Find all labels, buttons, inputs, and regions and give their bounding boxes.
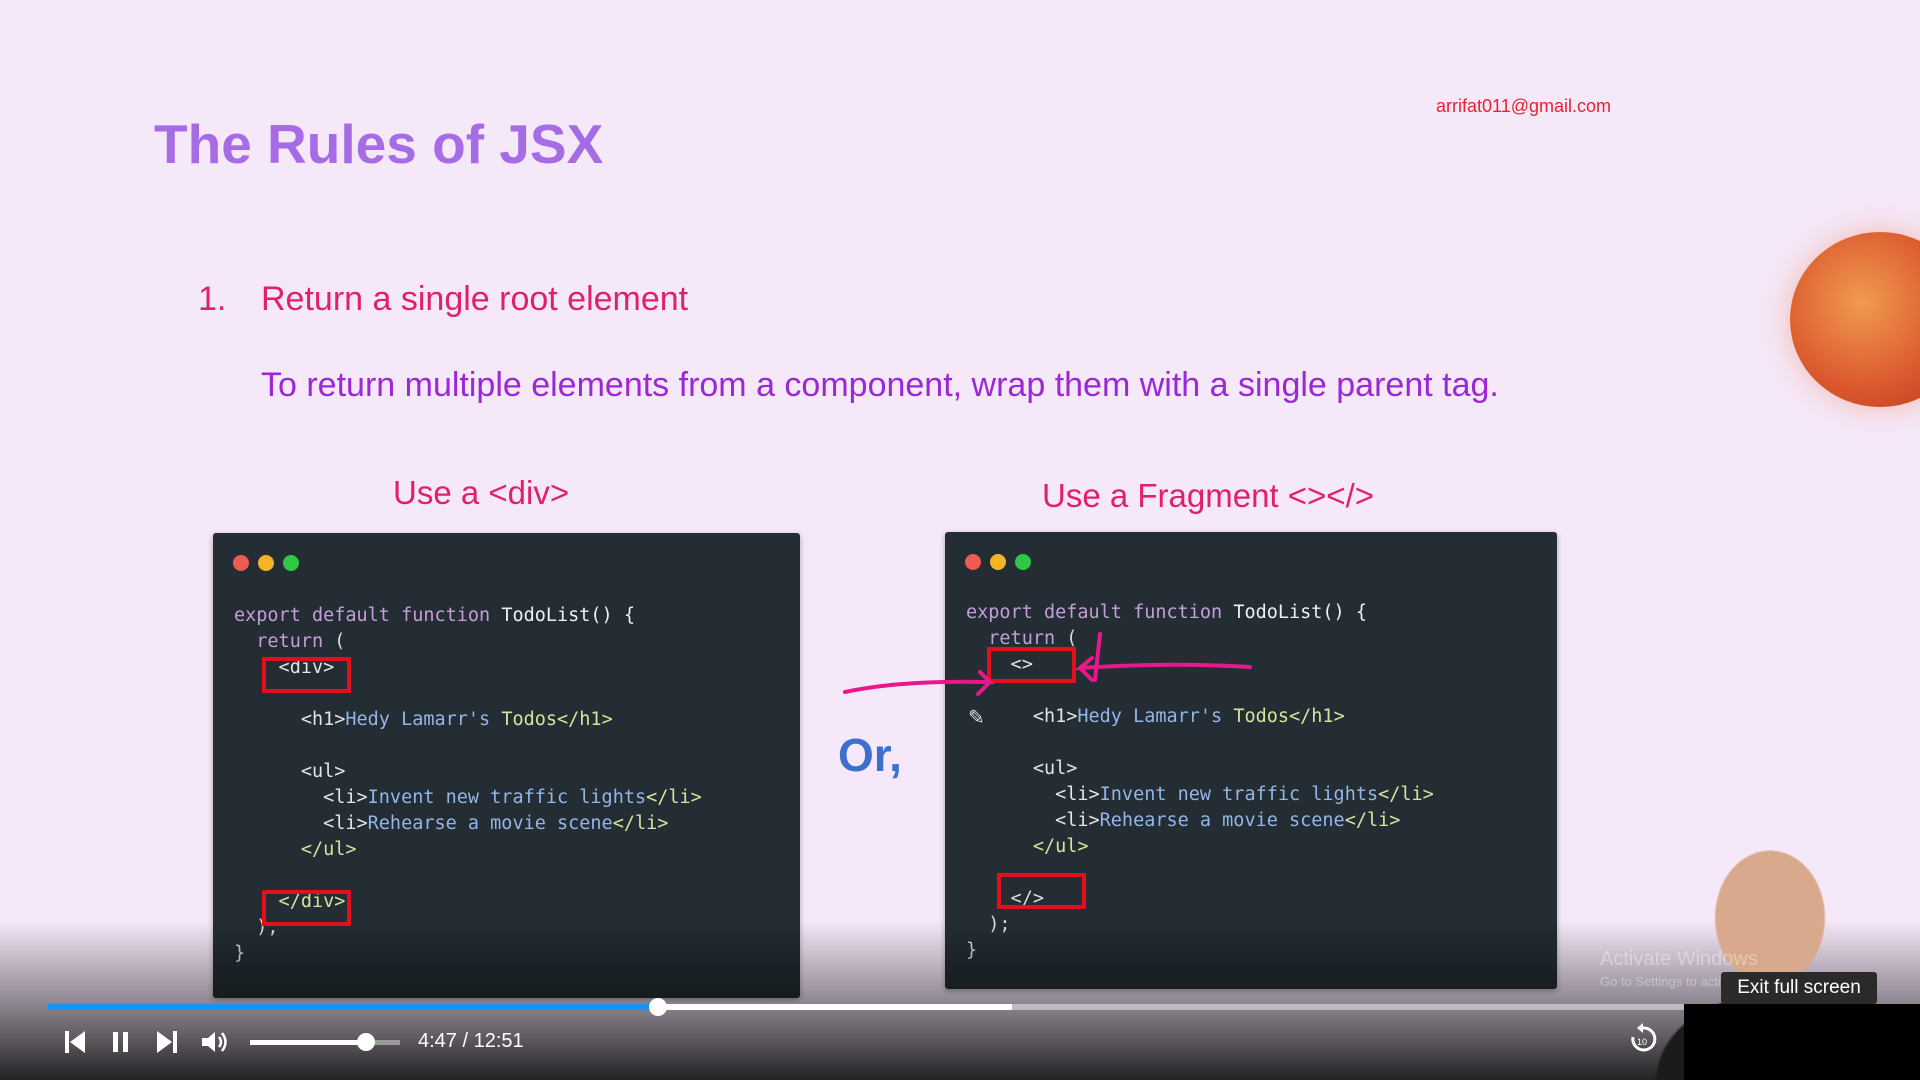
activate-windows-title: Activate Windows — [1600, 948, 1758, 970]
pause-button[interactable] — [106, 1028, 136, 1056]
maximize-dot-icon — [283, 555, 299, 571]
code-line: <li>Invent new traffic lights</li> — [966, 782, 1434, 808]
code-token: TodoList() { — [501, 605, 635, 626]
code-token: Rehearse a movie scene — [367, 813, 613, 834]
minimize-dot-icon — [990, 554, 1006, 570]
planet-illustration — [1790, 232, 1920, 407]
code-token: return — [234, 631, 335, 652]
played-bar — [48, 1004, 659, 1010]
code-token: Invent new traffic lights — [1099, 784, 1379, 805]
close-dot-icon — [233, 555, 249, 571]
code-token: <ul> — [234, 761, 346, 782]
window-controls — [965, 554, 1031, 570]
pen-annotation-arrows: ✎ — [843, 632, 1252, 729]
code-token: <li> — [966, 810, 1100, 831]
code-line: <ul> — [966, 756, 1434, 782]
svg-text:10: 10 — [1637, 1037, 1647, 1047]
code-token: Hedy Lamarr's — [345, 709, 502, 730]
volume-level — [250, 1040, 366, 1045]
next-icon — [157, 1031, 177, 1053]
code-token: ( — [334, 631, 346, 652]
time-display: 4:47 / 12:51 — [418, 1030, 524, 1052]
code-token: Rehearse a movie scene — [1099, 810, 1345, 831]
seek-bar[interactable] — [48, 998, 1684, 1016]
code-line: <li>Rehearse a movie scene</li> — [966, 808, 1434, 834]
slide-title: The Rules of JSX — [154, 113, 604, 175]
code-token: <h1> — [234, 709, 346, 730]
volume-slider[interactable] — [250, 1033, 400, 1051]
code-token: <li> — [234, 813, 368, 834]
code-token: </ul> — [234, 839, 357, 860]
code-token: export default function — [234, 605, 502, 626]
exit-fullscreen-tooltip: Exit full screen — [1721, 972, 1877, 1004]
code-token: <li> — [234, 787, 368, 808]
code-line: <h1>Hedy Lamarr's Todos</h1> — [234, 707, 702, 733]
window-controls — [233, 555, 299, 571]
previous-button[interactable] — [60, 1028, 90, 1056]
pen-cursor-icon: ✎ — [968, 707, 985, 729]
volume-icon — [202, 1032, 227, 1052]
code-token: </li> — [612, 813, 669, 834]
code-token: Todos</h1> — [501, 709, 613, 730]
volume-thumb[interactable] — [356, 1033, 375, 1051]
rule-number: 1. — [198, 280, 227, 318]
next-button[interactable] — [152, 1028, 182, 1056]
rule-description: To return multiple elements from a compo… — [261, 366, 1499, 404]
code-token: </li> — [1344, 810, 1401, 831]
code-line: <ul> — [234, 759, 702, 785]
previous-icon — [65, 1031, 85, 1053]
replay-10-icon: 10 — [1631, 1023, 1657, 1052]
maximize-dot-icon — [1015, 554, 1031, 570]
close-dot-icon — [965, 554, 981, 570]
replay-10-button[interactable]: 10 — [1626, 1023, 1660, 1053]
option-fragment-label: Use a Fragment <></> — [1042, 477, 1375, 514]
code-line: <li>Invent new traffic lights</li> — [234, 785, 702, 811]
highlight-box — [997, 873, 1086, 909]
code-token: <li> — [966, 784, 1100, 805]
code-token: <ul> — [966, 758, 1078, 779]
rule-title: Return a single root element — [261, 280, 689, 318]
code-token: </ul> — [966, 836, 1089, 857]
mute-button[interactable] — [198, 1028, 232, 1056]
code-token: </li> — [1378, 784, 1434, 805]
code-token: </li> — [646, 787, 702, 808]
code-line: export default function TodoList() { — [234, 603, 702, 629]
minimize-dot-icon — [258, 555, 274, 571]
code-token: Invent new traffic lights — [367, 787, 647, 808]
code-line: </ul> — [234, 837, 702, 863]
code-line: <li>Rehearse a movie scene</li> — [234, 811, 702, 837]
fullscreen-button-area[interactable] — [1684, 1004, 1920, 1080]
code-line: </ul> — [966, 834, 1434, 860]
option-div-label: Use a <div> — [393, 474, 570, 511]
or-label: Or, — [838, 729, 902, 781]
code-line: return ( — [234, 629, 702, 655]
highlight-box — [262, 657, 351, 693]
presenter-email: arrifat011@gmail.com — [1436, 96, 1611, 116]
pause-icon — [113, 1032, 128, 1052]
